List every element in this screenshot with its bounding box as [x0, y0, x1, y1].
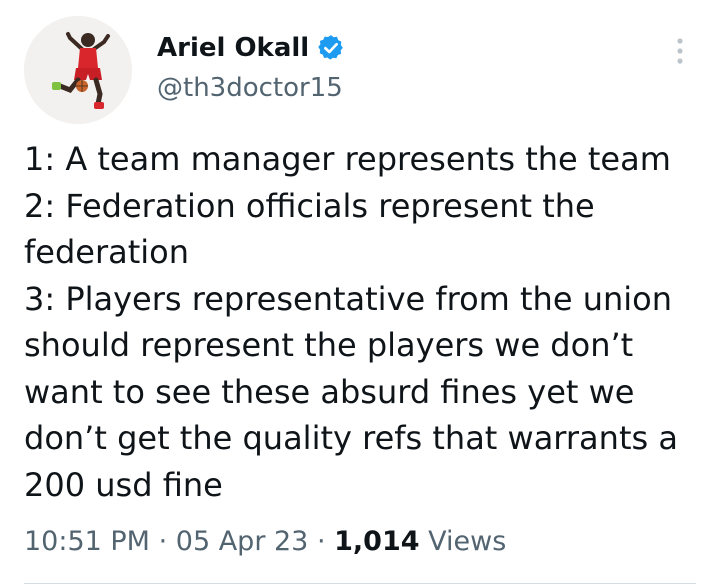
meta-separator: ·	[316, 526, 326, 557]
verified-badge-icon[interactable]	[317, 34, 345, 62]
tweet-text-line: 2: Federation officials represent the	[24, 186, 595, 225]
views-count[interactable]: 1,014	[334, 526, 419, 557]
tweet-text-line: don’t get the quality refs that warrants…	[24, 419, 678, 457]
tweet-text-line: 3: Players representative from the union	[24, 279, 672, 318]
tweet-text: 1: A team manager represents the team 2:…	[24, 136, 704, 508]
tweet-date[interactable]: 05 Apr 23	[176, 526, 309, 557]
author-avatar[interactable]	[24, 16, 132, 124]
views-label: Views	[428, 526, 507, 557]
tweet-text-line: 1: A team manager represents the team	[24, 140, 671, 178]
meta-separator: ·	[158, 526, 168, 557]
tweet-text-line: 200 usd fine	[24, 465, 223, 504]
tweet-text-line: federation	[24, 233, 190, 271]
tweet-text-line: should represent the players we don’t	[24, 326, 634, 364]
avatar-image	[24, 16, 132, 124]
tweet-text-line: want to see these absurd fines yet we	[24, 372, 635, 411]
tweet: Ariel Okall @th3doctor15 1: A team manag…	[0, 0, 720, 587]
author-name-row: Ariel Okall	[157, 32, 345, 64]
tweet-meta: 10:51 PM · 05 Apr 23 · 1,014 Views	[24, 522, 506, 562]
author-display-name[interactable]: Ariel Okall	[157, 32, 309, 64]
more-options-icon[interactable]	[668, 34, 692, 68]
author-handle[interactable]: @th3doctor15	[157, 72, 343, 104]
tweet-time[interactable]: 10:51 PM	[24, 526, 150, 557]
divider	[24, 583, 696, 584]
